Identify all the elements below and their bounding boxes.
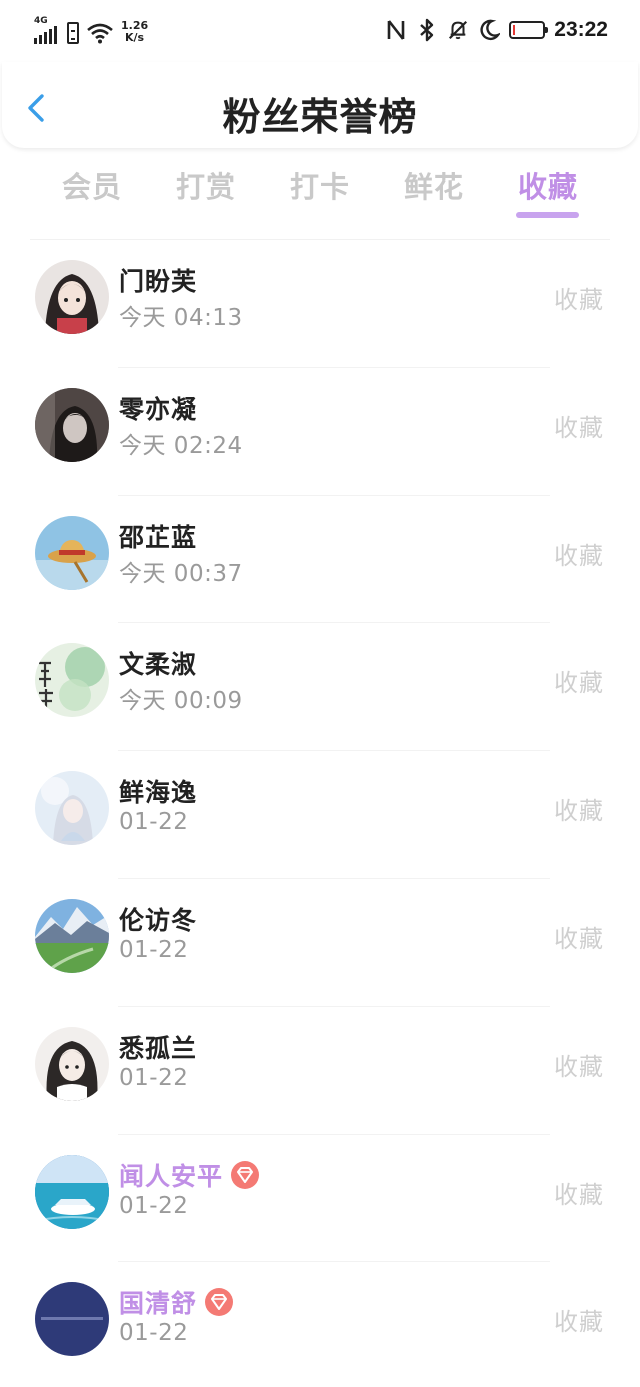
avatar[interactable] [35, 515, 109, 590]
fan-time: 01-22 [119, 1320, 189, 1347]
vip-diamond-icon [205, 1288, 234, 1317]
fan-time: 今天 00:37 [119, 560, 243, 587]
list-item[interactable]: 零亦凝 今天 02:24 收藏 [0, 368, 640, 496]
net-speed: 1.26 K/s [121, 20, 148, 44]
favorite-button[interactable]: 收藏 [554, 1047, 604, 1082]
fan-time: 今天 02:24 [119, 432, 243, 459]
status-bar: 4G 1.26 K/s 23:22 [0, 0, 640, 64]
battery-icon [509, 21, 549, 39]
fan-name: 伦访冬 [119, 905, 198, 935]
name-line: 国清舒 [119, 1284, 234, 1320]
fan-time: 今天 00:09 [119, 688, 243, 715]
name-line: 鲜海逸 [119, 773, 197, 809]
list-item[interactable]: 邵芷蓝 今天 00:37 收藏 [0, 496, 640, 624]
status-right: 23:22 [385, 18, 608, 42]
avatar[interactable] [35, 260, 109, 334]
wifi-icon [86, 22, 114, 44]
favorite-button[interactable]: 收藏 [554, 1302, 604, 1337]
fan-name: 邵芷蓝 [119, 522, 198, 552]
name-line: 邵芷蓝 [119, 518, 197, 554]
net-speed-unit: K/s [125, 31, 145, 44]
list-item[interactable]: 文柔淑 今天 00:09 收藏 [0, 623, 640, 751]
mute-bell-icon [449, 20, 468, 40]
name-line: 门盼芙 [119, 262, 197, 298]
fan-name: 鲜海逸 [119, 778, 198, 808]
favorite-button[interactable]: 收藏 [554, 919, 604, 954]
avatar[interactable] [35, 1282, 109, 1357]
vip-diamond-icon [231, 1160, 260, 1189]
avatar[interactable] [35, 643, 109, 718]
fan-name: 国清舒 [119, 1289, 198, 1319]
avatar[interactable] [35, 771, 109, 846]
bluetooth-icon [420, 18, 434, 42]
nfc-icon [387, 20, 405, 40]
fan-time: 今天 04:13 [119, 305, 243, 331]
fan-list: 门盼芙 今天 04:13 收藏 零亦凝 今天 02:24 收藏 邵芷蓝 今天 0… [0, 240, 640, 1387]
favorite-button[interactable]: 收藏 [554, 791, 604, 826]
fan-time: 01-22 [119, 1192, 189, 1219]
do-not-disturb-moon-icon [480, 19, 501, 41]
name-line: 文柔淑 [119, 645, 197, 681]
list-item[interactable]: 门盼芙 今天 04:13 收藏 [0, 240, 640, 368]
fan-time: 01-22 [119, 1064, 189, 1091]
name-line: 悉孤兰 [119, 1029, 197, 1065]
avatar[interactable] [35, 898, 109, 973]
top-nav-bar: 粉丝荣誉榜 [2, 62, 638, 148]
tab-flowers[interactable]: 鲜花 [389, 164, 479, 206]
sim-card-icon [67, 22, 79, 44]
fan-name: 门盼芙 [119, 267, 198, 296]
avatar[interactable] [35, 1154, 109, 1229]
list-item[interactable]: 伦访冬 01-22 收藏 [0, 879, 640, 1007]
name-line: 闻人安平 [119, 1157, 260, 1193]
list-item[interactable]: 国清舒 01-22 收藏 [0, 1262, 640, 1387]
fan-name: 闻人安平 [119, 1161, 224, 1191]
tab-bar: 会员 打赏 打卡 鲜花 收藏 [0, 160, 640, 220]
favorite-button[interactable]: 收藏 [554, 280, 604, 315]
favorite-button[interactable]: 收藏 [554, 663, 604, 698]
fan-name: 悉孤兰 [119, 1033, 198, 1063]
status-left: 4G 1.26 K/s [34, 16, 148, 44]
list-item[interactable]: 悉孤兰 01-22 收藏 [0, 1007, 640, 1135]
favorite-button[interactable]: 收藏 [554, 536, 604, 571]
screen: 4G 1.26 K/s 23:22 粉丝荣誉榜 会员 打赏 打卡 鲜花 收藏 门… [0, 0, 640, 1387]
name-line: 伦访冬 [119, 901, 197, 937]
list-item[interactable]: 闻人安平 01-22 收藏 [0, 1135, 640, 1263]
tab-favorites[interactable]: 收藏 [503, 164, 593, 206]
signal-icon: 4G [34, 16, 60, 44]
favorite-button[interactable]: 收藏 [554, 408, 604, 443]
fan-time: 01-22 [119, 809, 189, 836]
page-title: 粉丝荣誉榜 [222, 95, 418, 139]
fan-name: 文柔淑 [119, 650, 198, 680]
tab-checkin[interactable]: 打卡 [275, 164, 365, 206]
name-line: 零亦凝 [119, 390, 197, 426]
clock: 23:22 [554, 18, 608, 41]
avatar[interactable] [35, 1026, 109, 1101]
tab-reward[interactable]: 打赏 [161, 164, 251, 206]
network-type-label: 4G [34, 16, 48, 26]
favorite-button[interactable]: 收藏 [554, 1175, 604, 1210]
tab-member[interactable]: 会员 [47, 164, 137, 206]
avatar[interactable] [35, 387, 109, 462]
list-item[interactable]: 鲜海逸 01-22 收藏 [0, 751, 640, 879]
active-tab-indicator [516, 212, 579, 218]
fan-name: 零亦凝 [119, 394, 198, 424]
fan-time: 01-22 [119, 936, 189, 963]
